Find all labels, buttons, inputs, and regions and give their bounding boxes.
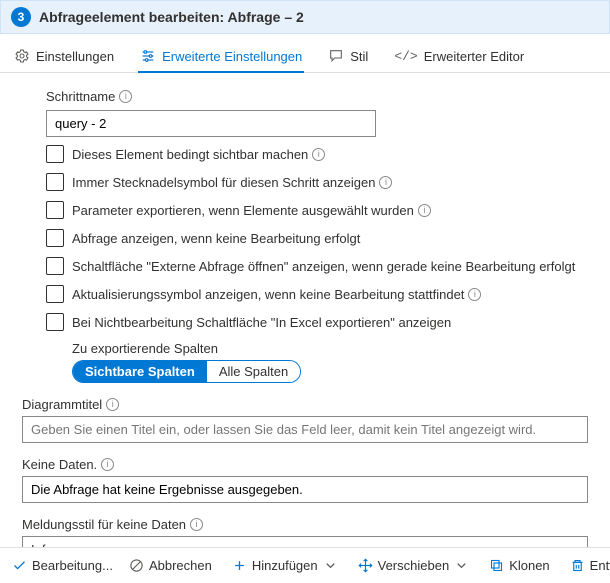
done-editing-button[interactable]: Bearbeitung... xyxy=(4,552,121,579)
info-icon[interactable]: i xyxy=(106,398,119,411)
cancel-button[interactable]: Abbrechen xyxy=(121,552,220,579)
remove-button[interactable]: Entfernen xyxy=(562,552,610,579)
check-conditional-visible[interactable]: Dieses Element bedingt sichtbar machen i xyxy=(46,145,588,163)
chart-title-label: Diagrammtitel xyxy=(22,397,102,412)
tab-advanced[interactable]: Erweiterte Einstellungen xyxy=(138,42,304,72)
footer-toolbar: Bearbeitung... Abbrechen Hinzufügen Vers… xyxy=(0,547,610,583)
checkbox[interactable] xyxy=(46,201,64,219)
checkbox[interactable] xyxy=(46,173,64,191)
trash-icon xyxy=(570,558,585,573)
cancel-icon xyxy=(129,558,144,573)
checkbox[interactable] xyxy=(46,285,64,303)
check-label: Abfrage anzeigen, wenn keine Bearbeitung… xyxy=(72,231,360,246)
checkbox[interactable] xyxy=(46,145,64,163)
stepname-label: Schrittname xyxy=(46,89,115,104)
tab-editor[interactable]: </> Erweiterter Editor xyxy=(392,42,526,72)
code-icon: </> xyxy=(394,49,417,64)
copy-icon xyxy=(489,558,504,573)
clone-button[interactable]: Klonen xyxy=(481,552,557,579)
check-refresh-icon[interactable]: Aktualisierungssymbol anzeigen, wenn kei… xyxy=(46,285,588,303)
info-icon[interactable]: i xyxy=(468,288,481,301)
remove-label: Entfernen xyxy=(590,558,610,573)
info-icon[interactable]: i xyxy=(418,204,431,217)
info-icon[interactable]: i xyxy=(101,458,114,471)
plus-icon xyxy=(232,558,247,573)
move-button[interactable]: Verschieben xyxy=(350,552,478,579)
move-icon xyxy=(358,558,373,573)
pill-visible-cols[interactable]: Sichtbare Spalten xyxy=(73,361,207,382)
check-label: Immer Stecknadelsymbol für diesen Schrit… xyxy=(72,175,375,190)
check-external-query-btn[interactable]: Schaltfläche "Externe Abfrage öffnen" an… xyxy=(46,257,588,275)
info-icon[interactable]: i xyxy=(190,518,203,531)
tab-settings[interactable]: Einstellungen xyxy=(12,42,116,72)
chart-title-input[interactable] xyxy=(22,416,588,443)
chevron-down-icon xyxy=(454,558,469,573)
check-label: Schaltfläche "Externe Abfrage öffnen" an… xyxy=(72,259,575,274)
export-cols-label: Zu exportierende Spalten xyxy=(72,341,588,356)
info-icon[interactable]: i xyxy=(119,90,132,103)
add-label: Hinzufügen xyxy=(252,558,318,573)
stepname-input[interactable] xyxy=(46,110,376,137)
panel-title: Abfrageelement bearbeiten: Abfrage – 2 xyxy=(39,9,304,25)
tab-bar: Einstellungen Erweiterte Einstellungen S… xyxy=(0,34,610,73)
panel-header: 3 Abfrageelement bearbeiten: Abfrage – 2 xyxy=(0,0,610,34)
tab-settings-label: Einstellungen xyxy=(36,49,114,64)
nodata-style-label: Meldungsstil für keine Daten xyxy=(22,517,186,532)
stepname-label-row: Schrittname i xyxy=(46,89,588,104)
sliders-icon xyxy=(140,48,156,64)
form-body: Schrittname i Dieses Element bedingt sic… xyxy=(0,73,610,571)
clone-label: Klonen xyxy=(509,558,549,573)
info-icon[interactable]: i xyxy=(312,148,325,161)
check-icon xyxy=(12,558,27,573)
checkbox[interactable] xyxy=(46,257,64,275)
info-icon[interactable]: i xyxy=(379,176,392,189)
tab-style-label: Stil xyxy=(350,49,368,64)
nodata-input[interactable] xyxy=(22,476,588,503)
check-label: Aktualisierungssymbol anzeigen, wenn kei… xyxy=(72,287,464,302)
tab-advanced-label: Erweiterte Einstellungen xyxy=(162,49,302,64)
cancel-label: Abbrechen xyxy=(149,558,212,573)
tab-editor-label: Erweiterter Editor xyxy=(424,49,524,64)
add-button[interactable]: Hinzufügen xyxy=(224,552,346,579)
check-label: Dieses Element bedingt sichtbar machen xyxy=(72,147,308,162)
checkbox[interactable] xyxy=(46,313,64,331)
move-label: Verschieben xyxy=(378,558,450,573)
check-label: Parameter exportieren, wenn Elemente aus… xyxy=(72,203,414,218)
export-cols-toggle[interactable]: Sichtbare Spalten Alle Spalten xyxy=(72,360,301,383)
chevron-down-icon xyxy=(323,558,338,573)
pill-all-cols[interactable]: Alle Spalten xyxy=(207,361,300,382)
nodata-label: Keine Daten. xyxy=(22,457,97,472)
done-label: Bearbeitung... xyxy=(32,558,113,573)
check-excel-export[interactable]: Bei Nichtbearbeitung Schaltfläche "In Ex… xyxy=(46,313,588,331)
step-number-badge: 3 xyxy=(11,7,31,27)
check-export-params[interactable]: Parameter exportieren, wenn Elemente aus… xyxy=(46,201,588,219)
checkbox[interactable] xyxy=(46,229,64,247)
gear-icon xyxy=(14,48,30,64)
check-show-query[interactable]: Abfrage anzeigen, wenn keine Bearbeitung… xyxy=(46,229,588,247)
comment-icon xyxy=(328,48,344,64)
check-label: Bei Nichtbearbeitung Schaltfläche "In Ex… xyxy=(72,315,451,330)
check-pin-icon[interactable]: Immer Stecknadelsymbol für diesen Schrit… xyxy=(46,173,588,191)
tab-style[interactable]: Stil xyxy=(326,42,370,72)
